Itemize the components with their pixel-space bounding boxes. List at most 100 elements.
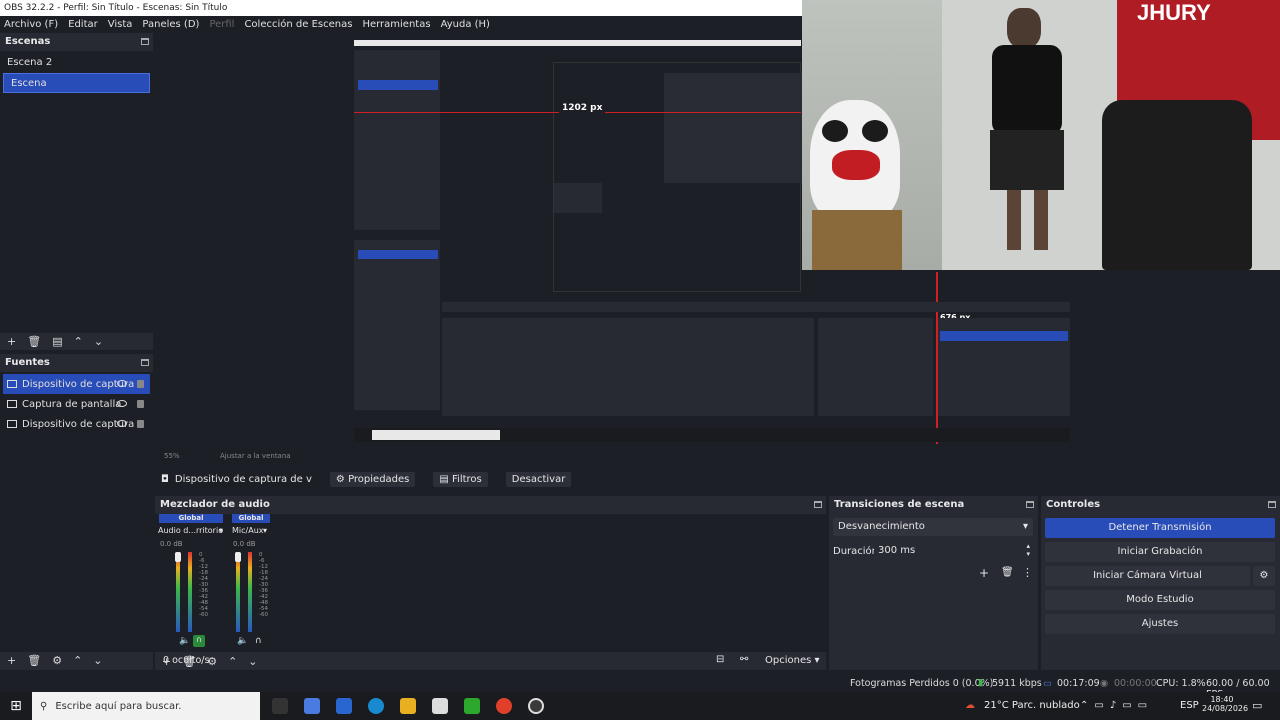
headphones-icon[interactable]: ∩	[255, 636, 262, 646]
add-icon[interactable]: +	[979, 566, 989, 580]
move-down-icon[interactable]: ⌄	[248, 655, 257, 668]
move-down-icon[interactable]: ⌄	[94, 335, 103, 348]
signal-icon: ▮	[978, 677, 984, 688]
lock-icon[interactable]	[137, 420, 144, 428]
search-placeholder: Escribe aquí para buscar.	[55, 700, 182, 712]
gear-icon[interactable]: ⚙	[52, 654, 62, 667]
eye-icon[interactable]	[117, 400, 127, 407]
menu-perfil[interactable]: Perfil	[209, 19, 234, 30]
deactivate-button[interactable]: Desactivar	[505, 471, 572, 487]
properties-button[interactable]: ⚙ Propiedades	[329, 471, 416, 487]
trash-icon[interactable]: 🗑	[1001, 567, 1014, 578]
mixer-title: Mezclador de audio	[155, 496, 826, 514]
filters-button[interactable]: ▤ Filtros	[433, 471, 488, 487]
stream-icon: ▭	[1043, 678, 1052, 689]
nested-preview-inner	[664, 73, 802, 183]
chevron-down-icon: ▾	[1022, 521, 1028, 532]
lock-icon[interactable]	[137, 380, 144, 388]
gaming-chair	[1102, 100, 1252, 270]
add-icon[interactable]: +	[7, 335, 16, 348]
move-up-icon[interactable]: ⌃	[73, 654, 82, 667]
chevron-down-icon[interactable]: ▾	[263, 526, 267, 535]
windows-start-icon[interactable]: ⊞	[0, 698, 32, 714]
more-vertical-icon[interactable]: ⋮	[1022, 566, 1033, 579]
settings-button[interactable]: Ajustes	[1045, 614, 1275, 634]
transitions-dock: Transiciones de escena Desvanecimiento ▾ …	[829, 496, 1038, 670]
weather[interactable]: 21°C Parc. nublado	[984, 700, 1080, 711]
trash-icon[interactable]: 🗑	[27, 654, 41, 667]
nested-stop-button	[940, 331, 1068, 341]
chrome-icon[interactable]	[496, 698, 512, 714]
source-item[interactable]: Dispositivo de captura	[3, 374, 150, 394]
transition-select[interactable]: Desvanecimiento ▾	[833, 518, 1033, 536]
person-leg	[1034, 190, 1048, 250]
record-icon: ◉	[1100, 678, 1109, 689]
dropped-frames: Fotogramas Perdidos 0 (0.0%)	[850, 678, 994, 689]
edge-icon[interactable]	[368, 698, 384, 714]
eye-icon[interactable]	[117, 420, 127, 427]
menu-coleccion[interactable]: Colección de Escenas	[244, 19, 352, 30]
eye-icon[interactable]	[117, 380, 127, 387]
menu-paneles[interactable]: Paneles (D)	[142, 19, 199, 30]
studio-mode-button[interactable]: Modo Estudio	[1045, 590, 1275, 610]
app-icon[interactable]	[304, 698, 320, 714]
filter-icon[interactable]: ▤	[52, 335, 62, 348]
obs-icon[interactable]	[528, 698, 544, 714]
speaker-icon[interactable]: 🔈	[237, 636, 248, 646]
source-item[interactable]: Dispositivo de captura	[0, 414, 153, 434]
menu-herramientas[interactable]: Herramientas	[362, 19, 430, 30]
duration-input[interactable]: 300 ms ▴ ▾	[874, 542, 1034, 560]
chevron-down-icon[interactable]: ▾	[219, 526, 223, 535]
start-recording-button[interactable]: Iniciar Grabación	[1045, 542, 1275, 562]
menu-editar[interactable]: Editar	[68, 19, 98, 30]
folder-icon[interactable]	[400, 698, 416, 714]
undock-icon[interactable]	[141, 359, 149, 366]
scenes-title: Escenas	[0, 33, 153, 51]
channel-name: Mic/Aux	[232, 526, 264, 535]
menu-bar: Archivo (F) Editar Vista Paneles (D) Per…	[0, 16, 802, 33]
task-view-icon[interactable]	[272, 698, 288, 714]
notification-icon[interactable]: ▭	[1252, 699, 1262, 712]
menu-ayuda[interactable]: Ayuda (H)	[441, 19, 490, 30]
undock-icon[interactable]	[141, 38, 149, 45]
fit-mode[interactable]: Ajustar a la ventana	[220, 452, 291, 460]
speaker-icon[interactable]: 🔈	[179, 636, 190, 646]
gear-icon[interactable]: ⚙	[1253, 566, 1275, 586]
undock-icon[interactable]	[814, 501, 822, 508]
undock-icon[interactable]	[1268, 501, 1276, 508]
store-icon[interactable]	[432, 698, 448, 714]
lock-icon[interactable]	[137, 400, 144, 408]
menu-vista[interactable]: Vista	[108, 19, 133, 30]
monitor-icon	[7, 400, 17, 408]
tray-icons[interactable]: ⌃▭♪▭▭	[1080, 700, 1153, 711]
layout-icon[interactable]: ⊟	[716, 654, 724, 665]
volume-fader[interactable]	[235, 552, 241, 562]
kick-icon[interactable]	[464, 698, 480, 714]
trash-icon[interactable]: 🗑	[27, 335, 41, 348]
person-head	[1007, 8, 1041, 48]
move-up-icon[interactable]: ⌃	[74, 335, 83, 348]
options-button[interactable]: Opciones ▾	[765, 655, 820, 666]
move-down-icon[interactable]: ⌄	[93, 654, 102, 667]
mail-icon[interactable]	[336, 698, 352, 714]
language[interactable]: ESP	[1180, 700, 1199, 711]
volume-fader[interactable]	[175, 552, 181, 562]
monitor-headphones-icon[interactable]: ∩	[193, 635, 205, 647]
undock-icon[interactable]	[1026, 501, 1034, 508]
taskbar-search[interactable]: ⚲ Escribe aquí para buscar.	[32, 692, 260, 720]
stop-stream-button[interactable]: Detener Transmisión	[1045, 518, 1275, 538]
move-up-icon[interactable]: ⌃	[228, 655, 237, 668]
clock[interactable]: 18:40 24/08/2026	[1202, 695, 1248, 713]
zoom-level[interactable]: 55%	[164, 452, 180, 460]
source-item[interactable]: Captura de pantalla	[0, 394, 153, 414]
scene-item-escena-2[interactable]: Escena 2	[0, 53, 153, 73]
source-context-bar: ◘ Dispositivo de captura de v ⚙ Propieda…	[155, 470, 1280, 488]
scene-item-escena[interactable]: Escena	[3, 73, 150, 93]
add-icon[interactable]: +	[7, 654, 16, 667]
menu-archivo[interactable]: Archivo (F)	[4, 19, 58, 30]
nested-preview	[553, 62, 802, 292]
link-icon[interactable]: ⚯	[740, 654, 748, 665]
start-virtual-camera-button[interactable]: Iniciar Cámara Virtual	[1045, 566, 1250, 586]
weather-icon[interactable]: ☁	[965, 700, 975, 711]
volume-meter	[236, 552, 240, 632]
